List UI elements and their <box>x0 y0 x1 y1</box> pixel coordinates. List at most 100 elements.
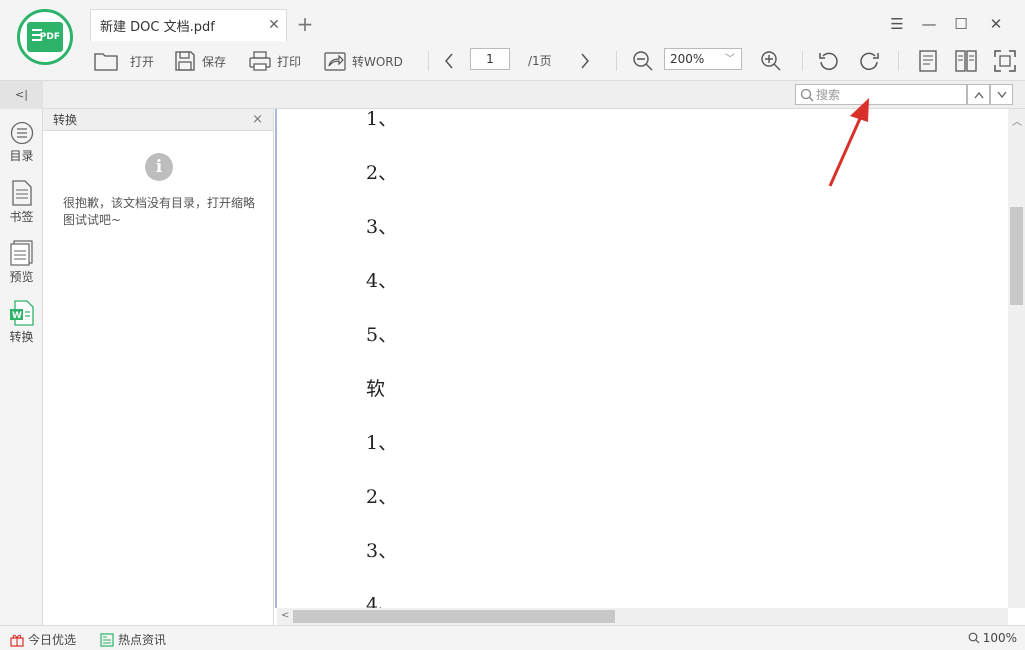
prev-page-button[interactable] <box>443 48 455 74</box>
zoom-in-icon <box>761 51 781 71</box>
gift-icon <box>10 634 24 647</box>
document-line: 4、 <box>366 270 398 292</box>
toolbar-divider <box>802 51 803 71</box>
collapse-sidebar-button[interactable]: <| <box>0 81 43 109</box>
convert-word-label: 转WORD <box>352 54 403 69</box>
sidebar-item-label: 目录 <box>9 149 34 163</box>
document-view[interactable]: 1、 2、 3、 4、 5、 软 1、 2、 3、 4、 <box>275 109 1008 608</box>
status-bar: 今日优选 热点资讯 100% <box>0 625 1025 650</box>
folder-icon <box>94 53 118 71</box>
toolbar-divider <box>616 51 617 71</box>
single-page-icon <box>919 50 937 72</box>
word-convert-icon: W <box>9 300 34 326</box>
zoom-in-button[interactable] <box>760 48 782 74</box>
double-page-view-button[interactable] <box>955 48 977 74</box>
menu-icon[interactable]: ☰ <box>887 14 907 34</box>
new-tab-button[interactable]: + <box>295 13 315 35</box>
rotate-left-button[interactable] <box>818 48 840 74</box>
toolbar-divider <box>428 51 429 71</box>
open-button[interactable]: 打开 <box>94 48 154 74</box>
save-label: 保存 <box>202 54 227 69</box>
rotate-right-icon <box>860 52 879 71</box>
vertical-scroll-thumb[interactable] <box>1010 207 1023 305</box>
minimize-icon[interactable]: — <box>919 14 939 34</box>
hot-news-label: 热点资讯 <box>118 633 167 647</box>
document-line: 2、 <box>366 486 398 508</box>
sidebar-item-toc[interactable]: 目录 <box>0 121 43 177</box>
news-icon <box>100 632 114 647</box>
svg-text:W: W <box>12 311 22 321</box>
tab-close-icon[interactable]: ✕ <box>266 17 282 33</box>
magnifier-icon <box>968 632 980 644</box>
document-line: 1、 <box>366 109 398 130</box>
side-panel: 转换 × i 很抱歉，该文档没有目录，打开缩略图试试吧~ <box>43 109 274 625</box>
sidebar-item-bookmarks[interactable]: 书签 <box>0 180 43 236</box>
panel-close-icon[interactable]: × <box>252 109 263 131</box>
sidebar-item-preview[interactable]: 预览 <box>0 240 43 296</box>
zoom-level-select[interactable]: 200% ﹀ <box>664 48 742 70</box>
title-toolbar: PDF 新建 DOC 文档.pdf ✕ + ☰ — ☐ ✕ 打开 保存 打印 转… <box>0 0 1025 81</box>
document-line: 2、 <box>366 162 398 184</box>
document-line: 3、 <box>366 540 398 562</box>
toolbar-divider <box>898 51 899 71</box>
thumbnail-page-icon <box>9 240 33 266</box>
document-line: 3、 <box>366 216 398 238</box>
rotate-right-button[interactable] <box>858 48 880 74</box>
document-line: 5、 <box>366 324 398 346</box>
page-number-input[interactable]: 1 <box>470 48 510 70</box>
today-picks-label: 今日优选 <box>28 633 77 647</box>
fullscreen-icon <box>994 50 1016 72</box>
chevron-down-icon <box>996 91 1007 98</box>
close-window-icon[interactable]: ✕ <box>986 14 1006 34</box>
chevron-left-icon <box>445 53 453 69</box>
horizontal-scroll-thumb[interactable] <box>293 610 615 623</box>
chevron-right-icon <box>581 53 589 69</box>
share-arrow-icon <box>324 52 346 71</box>
sidebar-item-label: 书签 <box>9 210 34 224</box>
status-zoom[interactable]: 100% <box>968 631 1017 645</box>
info-icon: i <box>145 153 173 181</box>
sidebar-item-label: 预览 <box>9 270 34 284</box>
zoom-out-button[interactable] <box>632 48 654 74</box>
document-tab-title: 新建 DOC 文档.pdf <box>100 20 215 35</box>
double-page-icon <box>955 50 977 72</box>
zoom-out-icon <box>633 51 653 71</box>
document-line: 4、 <box>366 594 398 608</box>
document-line: 软 <box>366 378 386 400</box>
hot-news-link[interactable]: 热点资讯 <box>100 631 166 648</box>
document-tab[interactable]: 新建 DOC 文档.pdf ✕ <box>90 9 287 41</box>
zoom-level-value: 200% <box>670 52 705 66</box>
scroll-up-icon[interactable]: ︿ <box>1012 113 1022 128</box>
pdf-book-icon: PDF <box>27 22 63 52</box>
next-page-button[interactable] <box>579 48 591 74</box>
vertical-scrollbar[interactable]: ︿ <box>1008 109 1025 608</box>
print-button[interactable]: 打印 <box>249 48 301 74</box>
status-zoom-value: 100% <box>982 631 1017 645</box>
rotate-left-icon <box>819 52 838 71</box>
search-icon <box>800 88 814 102</box>
today-picks-link[interactable]: 今日优选 <box>10 631 76 648</box>
single-page-view-button[interactable] <box>918 48 938 74</box>
list-icon <box>10 121 33 145</box>
maximize-icon[interactable]: ☐ <box>951 14 971 34</box>
search-next-button[interactable] <box>990 84 1013 105</box>
red-annotation-arrow <box>828 98 869 187</box>
save-icon <box>175 51 195 71</box>
bookmark-page-icon <box>11 180 32 206</box>
convert-word-button[interactable]: 转WORD <box>324 48 403 74</box>
save-button[interactable]: 保存 <box>174 48 226 74</box>
printer-icon <box>249 51 271 71</box>
left-rail: 目录 书签 预览 W 转换 <box>0 109 43 625</box>
print-label: 打印 <box>277 54 302 69</box>
search-prev-button[interactable] <box>967 84 990 105</box>
panel-header: 转换 × <box>43 109 273 131</box>
open-label: 打开 <box>130 54 155 69</box>
horizontal-scrollbar[interactable]: < <box>277 608 1008 625</box>
page-total-label: /1页 <box>528 54 552 68</box>
document-line: 1、 <box>366 432 398 454</box>
sidebar-item-label: 转换 <box>9 330 34 344</box>
fullscreen-button[interactable] <box>994 48 1016 74</box>
sidebar-item-convert[interactable]: W 转换 <box>0 300 43 356</box>
chevron-up-icon <box>973 91 984 98</box>
scroll-left-icon[interactable]: < <box>281 610 289 621</box>
